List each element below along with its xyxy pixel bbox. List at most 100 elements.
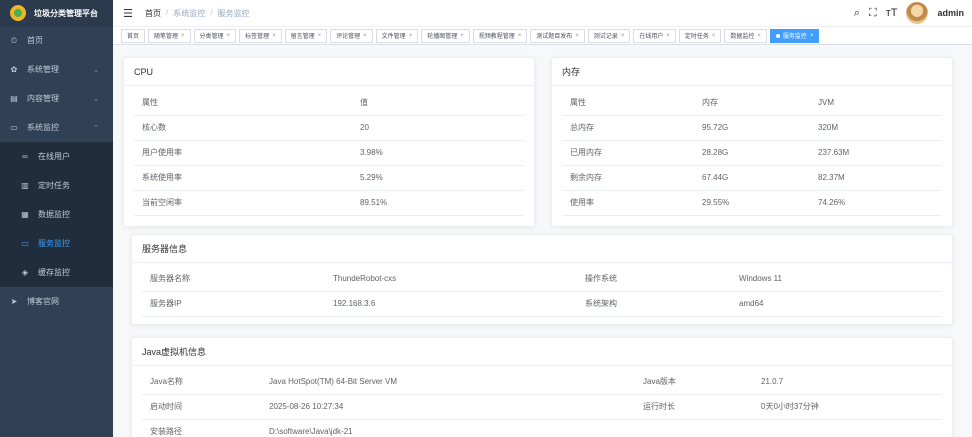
tag-10[interactable]: 测试记录 ×: [587, 28, 631, 43]
jvm-cell: Java HotSpot(TM) 64-Bit Server VM: [261, 369, 635, 395]
table-row: 剩余内存 67.44G 82.37M: [562, 165, 942, 191]
active-dot-icon: [775, 33, 780, 38]
memory-cell: 95.72G: [694, 115, 810, 141]
memory-table: 属性 内存 JVM 总内存 95.72G 320M 已用内存 28.28G 237.63M…: [562, 90, 942, 216]
close-icon[interactable]: ×: [575, 33, 579, 39]
memory-cell: 剩余内存: [562, 165, 694, 191]
sidebar-item-7[interactable]: ▭ 服务监控: [0, 229, 113, 258]
memory-card: 内存 属性 内存 JVM 总内存 95.72G 320M 已用内存 28.28G 237.…: [551, 57, 953, 227]
memory-cell: 29.55%: [694, 190, 810, 216]
close-icon[interactable]: ×: [363, 33, 367, 39]
tag-1[interactable]: 随笔管理 ×: [148, 28, 191, 43]
breadcrumb: 首页 / 系统监控 / 服务监控: [145, 8, 249, 19]
app-title: 垃圾分类管理平台: [34, 8, 98, 18]
sidebar-item-6[interactable]: ▦ 数据监控: [0, 200, 113, 229]
tag-14[interactable]: 服务监控 ×: [769, 28, 820, 43]
app-logo[interactable]: 垃圾分类管理平台: [0, 0, 113, 26]
memory-cell: 总内存: [562, 115, 694, 141]
sidebar-item-8[interactable]: ◈ 缓存监控: [0, 258, 113, 287]
table-row: 服务器名称 ThundeRobot-cxs 操作系统 Windows 11: [142, 266, 942, 292]
close-icon[interactable]: ×: [272, 33, 276, 39]
jvm-cell: 启动时间: [142, 394, 261, 420]
breadcrumb-separator: /: [166, 7, 169, 17]
cpu-cell: 核心数: [134, 115, 352, 141]
tag-label: 分类管理: [199, 34, 224, 40]
username[interactable]: admin: [937, 8, 964, 18]
close-icon[interactable]: ×: [460, 33, 464, 39]
table-row: 总内存 95.72G 320M: [562, 115, 942, 141]
tag-label: 评论管理: [336, 34, 361, 40]
cpu-table: 属性 值 核心数 20 用户使用率 3.98% 系统使用率 5.29% 当前空闲率 89.51…: [134, 90, 524, 216]
cpu-cell: 当前空闲率: [134, 190, 352, 216]
hamburger-icon[interactable]: ☰: [123, 7, 135, 20]
sidebar-item-3[interactable]: ▭ 系统监控 ⌃: [0, 113, 113, 142]
cpu-cell: 89.51%: [352, 190, 524, 216]
tag-3[interactable]: 标签管理 ×: [239, 28, 282, 43]
close-icon[interactable]: ×: [409, 33, 413, 39]
tag-label: 标签管理: [245, 34, 270, 40]
sidebar-item-2[interactable]: ▤ 内容管理 ⌄: [0, 84, 113, 113]
jvm-cell: [635, 419, 753, 437]
sidebar-item-4[interactable]: ∞ 在线用户: [0, 142, 113, 171]
jvm-cell: [753, 419, 942, 437]
sidebar-item-label: 数据监控: [38, 210, 70, 219]
close-icon[interactable]: ×: [621, 33, 625, 39]
sidebar-item-9[interactable]: ➤ 博客官网: [0, 287, 113, 316]
sidebar-item-label: 博客官网: [27, 297, 59, 306]
tag-5[interactable]: 评论管理 ×: [330, 28, 373, 43]
close-icon[interactable]: ×: [810, 33, 814, 39]
close-icon[interactable]: ×: [712, 33, 716, 39]
job-icon: ▥: [21, 181, 29, 190]
jvm-cell: Java版本: [635, 369, 753, 395]
tag-0[interactable]: 首页: [121, 28, 146, 43]
table-row: 系统使用率 5.29%: [134, 165, 524, 191]
tag-8[interactable]: 视频教程管理 ×: [472, 28, 528, 43]
jvm-table: Java名称 Java HotSpot(TM) 64-Bit Server VM J…: [142, 369, 942, 437]
server-table: 服务器名称 ThundeRobot-cxs 操作系统 Windows 11 服务器IP 1…: [142, 266, 942, 317]
server-icon: ▦: [21, 210, 29, 219]
table-row: 启动时间 2025-08-26 10:27:34 运行时长 0天0小时37分钟: [142, 394, 942, 420]
tag-11[interactable]: 在线用户 ×: [633, 28, 676, 43]
tag-12[interactable]: 定时任务 ×: [678, 28, 722, 43]
sidebar-item-0[interactable]: ⏲ 首页: [0, 26, 113, 55]
tag-label: 留言管理: [290, 34, 315, 40]
sidebar-item-1[interactable]: ✿ 系统管理 ⌄: [0, 55, 113, 84]
memory-header-jvm: JVM: [810, 90, 942, 116]
tag-label: 轮播图管理: [427, 34, 458, 40]
tag-13[interactable]: 数据监控 ×: [724, 28, 767, 43]
tag-4[interactable]: 留言管理 ×: [284, 28, 328, 43]
table-row: 已用内存 28.28G 237.63M: [562, 140, 942, 166]
sidebar-item-5[interactable]: ▥ 定时任务: [0, 171, 113, 200]
tag-9[interactable]: 测试题目发布 ×: [530, 28, 585, 43]
jvm-cell: Java名称: [142, 369, 261, 395]
close-icon[interactable]: ×: [181, 33, 185, 39]
close-icon[interactable]: ×: [318, 33, 322, 39]
breadcrumb-home[interactable]: 首页: [145, 8, 161, 19]
tag-7[interactable]: 轮播图管理 ×: [421, 28, 470, 43]
close-icon[interactable]: ×: [227, 33, 231, 39]
jvm-cell: 运行时长: [635, 394, 753, 420]
memory-cell: 已用内存: [562, 140, 694, 166]
memory-cell: 320M: [810, 115, 942, 141]
search-icon[interactable]: ⌕: [854, 7, 860, 20]
tag-label: 首页: [127, 34, 140, 40]
fullscreen-icon[interactable]: ⛶: [869, 7, 877, 20]
avatar[interactable]: [906, 2, 929, 24]
tag-2[interactable]: 分类管理 ×: [193, 28, 237, 43]
cpu-header-attr: 属性: [134, 90, 352, 116]
close-icon[interactable]: ×: [666, 33, 670, 39]
online-icon: ∞: [22, 152, 28, 161]
font-size-icon[interactable]: ᴛT: [886, 7, 898, 19]
cpu-card: CPU 属性 值 核心数 20 用户使用率 3.98% 系统使用率 5.29% 当前空闲率 8…: [123, 57, 535, 227]
jvm-card: Java虚拟机信息 Java名称 Java HotSpot(TM) 64-Bit …: [131, 337, 953, 437]
jvm-cell: 2025-08-26 10:27:34: [261, 394, 635, 420]
memory-cell: 82.37M: [810, 165, 942, 191]
memory-cell: 67.44G: [694, 165, 810, 191]
chevron-icon: ⌄: [93, 66, 99, 74]
dashboard-icon: ⏲: [10, 35, 18, 45]
sidebar-item-label: 服务监控: [38, 239, 70, 248]
tag-6[interactable]: 文件管理 ×: [375, 28, 419, 43]
close-icon[interactable]: ×: [518, 33, 522, 39]
close-icon[interactable]: ×: [757, 33, 761, 39]
tag-label: 在线用户: [639, 34, 664, 40]
